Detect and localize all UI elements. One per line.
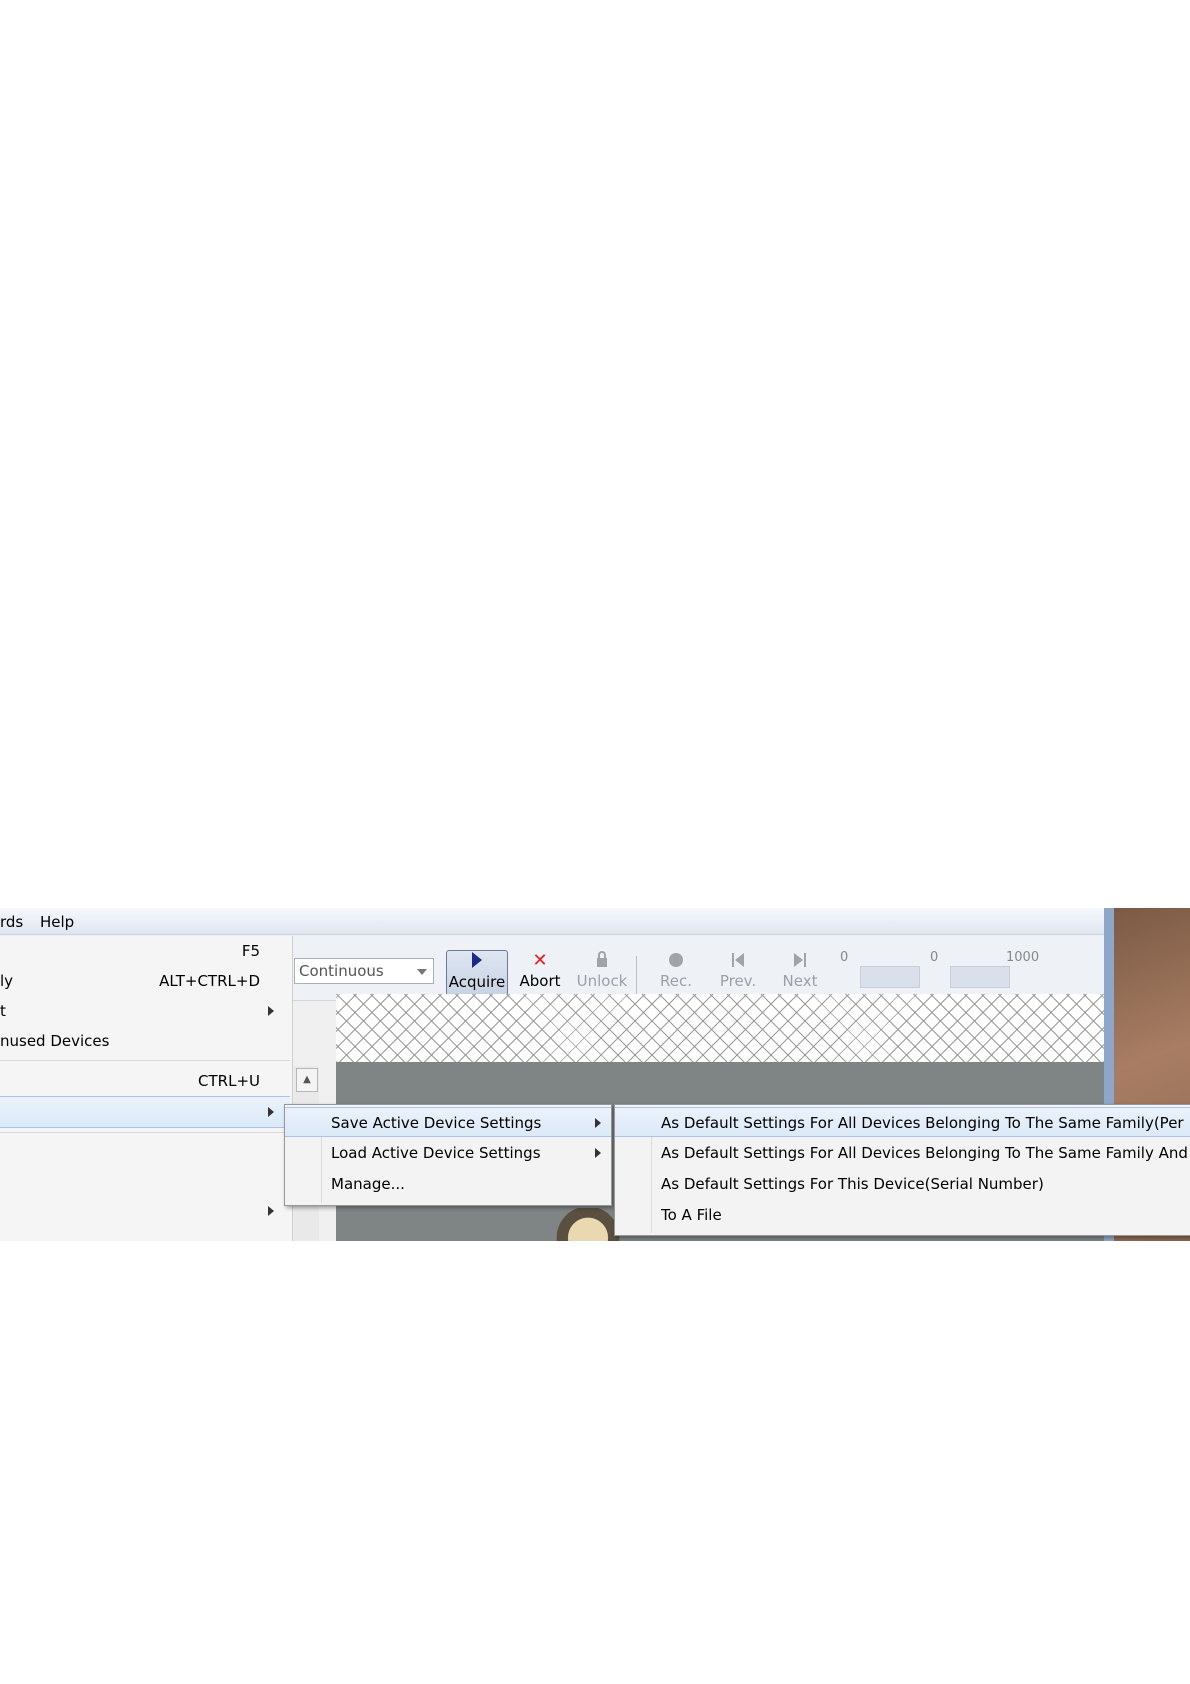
toolbar-separator [636, 956, 637, 996]
range-tick: 1000 [1006, 950, 1040, 965]
app-screenshot: rds Help Continuous Acquire ✕ Abort Unlo… [0, 908, 1190, 1241]
prev-icon [708, 950, 768, 972]
record-button[interactable]: Rec. [646, 950, 706, 996]
menu-item-label: ly [0, 972, 14, 990]
prev-button[interactable]: Prev. [708, 950, 768, 996]
submenu-arrow-icon [595, 1148, 601, 1158]
save-default-family-item[interactable]: As Default Settings For All Devices Belo… [615, 1107, 1190, 1137]
range-tick: 0 [840, 950, 849, 965]
menu-bar: rds Help [0, 908, 1106, 935]
acquisition-mode-value: Continuous [299, 962, 384, 980]
menu-item-label: Load Active Device Settings [331, 1144, 541, 1162]
image-view-empty-area [336, 994, 1104, 1062]
image-object [540, 1208, 620, 1241]
menu-item-label: As Default Settings For All Devices Belo… [661, 1144, 1188, 1162]
load-active-device-settings-item[interactable]: Load Active Device Settings [285, 1138, 611, 1168]
acquisition-mode-select[interactable]: Continuous [294, 958, 434, 984]
range-min-field[interactable] [860, 966, 920, 988]
menu-item-list[interactable]: t [0, 996, 290, 1026]
menu-divider [0, 1060, 290, 1061]
unlock-button[interactable]: Unlock [572, 950, 632, 996]
settings-submenu: Save Active Device Settings Load Active … [284, 1104, 612, 1206]
menu-item-shortcut: ALT+CTRL+D [159, 972, 260, 990]
menu-item-label: As Default Settings For This Device(Seri… [661, 1175, 1044, 1193]
lock-icon [572, 950, 632, 972]
prev-label: Prev. [719, 972, 757, 990]
submenu-arrow-icon [268, 1006, 274, 1016]
menu-wizards[interactable]: rds [0, 913, 23, 931]
abort-label: Abort [519, 972, 561, 990]
unlock-label: Unlock [576, 972, 628, 990]
acquire-button[interactable]: Acquire [446, 950, 508, 996]
manage-item[interactable]: Manage... [285, 1169, 611, 1199]
record-icon [646, 950, 706, 972]
save-settings-submenu: As Default Settings For All Devices Belo… [614, 1104, 1190, 1236]
menu-help[interactable]: Help [40, 913, 74, 931]
menu-item-label: As Default Settings For All Devices Belo… [661, 1114, 1184, 1132]
scroll-up-icon[interactable]: ▲ [296, 1068, 318, 1092]
save-to-file-item[interactable]: To A File [615, 1200, 1190, 1230]
x-icon: ✕ [532, 950, 548, 971]
menu-item-refresh[interactable]: F5 [0, 936, 290, 966]
menu-item-label: Save Active Device Settings [331, 1114, 542, 1132]
menu-item-update[interactable]: CTRL+U [0, 1066, 290, 1096]
abort-button[interactable]: ✕ Abort [512, 950, 568, 996]
next-label: Next [782, 972, 818, 990]
chevron-down-icon [417, 969, 427, 975]
submenu-arrow-icon [268, 1206, 274, 1216]
toolbar: Continuous Acquire ✕ Abort Unlock Rec. P… [290, 936, 1104, 1001]
menu-item-settings[interactable] [0, 1096, 290, 1128]
menu-item-label: nused Devices [0, 1032, 110, 1050]
menu-item-label: t [0, 1002, 6, 1020]
menu-item-display[interactable]: ly ALT+CTRL+D [0, 966, 290, 996]
menu-item-shortcut: F5 [241, 942, 260, 960]
save-default-serial-item[interactable]: As Default Settings For This Device(Seri… [615, 1169, 1190, 1199]
range-max-field[interactable] [950, 966, 1010, 988]
save-default-family-and-item[interactable]: As Default Settings For All Devices Belo… [615, 1138, 1190, 1168]
play-icon [447, 951, 507, 973]
next-icon [772, 950, 828, 972]
acquire-label: Acquire [448, 973, 506, 991]
next-button[interactable]: Next [772, 950, 828, 996]
record-label: Rec. [660, 972, 692, 990]
range-tick: 0 [930, 950, 939, 965]
device-menu: F5 ly ALT+CTRL+D t nused Devices CTRL+U [0, 936, 293, 1241]
menu-item-unused-devices[interactable]: nused Devices [0, 1026, 290, 1056]
menu-item-more[interactable] [0, 1196, 290, 1226]
menu-divider [0, 1132, 290, 1133]
submenu-arrow-icon [268, 1107, 274, 1117]
menu-item-label: To A File [661, 1206, 722, 1224]
save-active-device-settings-item[interactable]: Save Active Device Settings [285, 1107, 611, 1137]
menu-item-shortcut: CTRL+U [198, 1072, 260, 1090]
submenu-arrow-icon [595, 1118, 601, 1128]
menu-item-label: Manage... [331, 1175, 405, 1193]
